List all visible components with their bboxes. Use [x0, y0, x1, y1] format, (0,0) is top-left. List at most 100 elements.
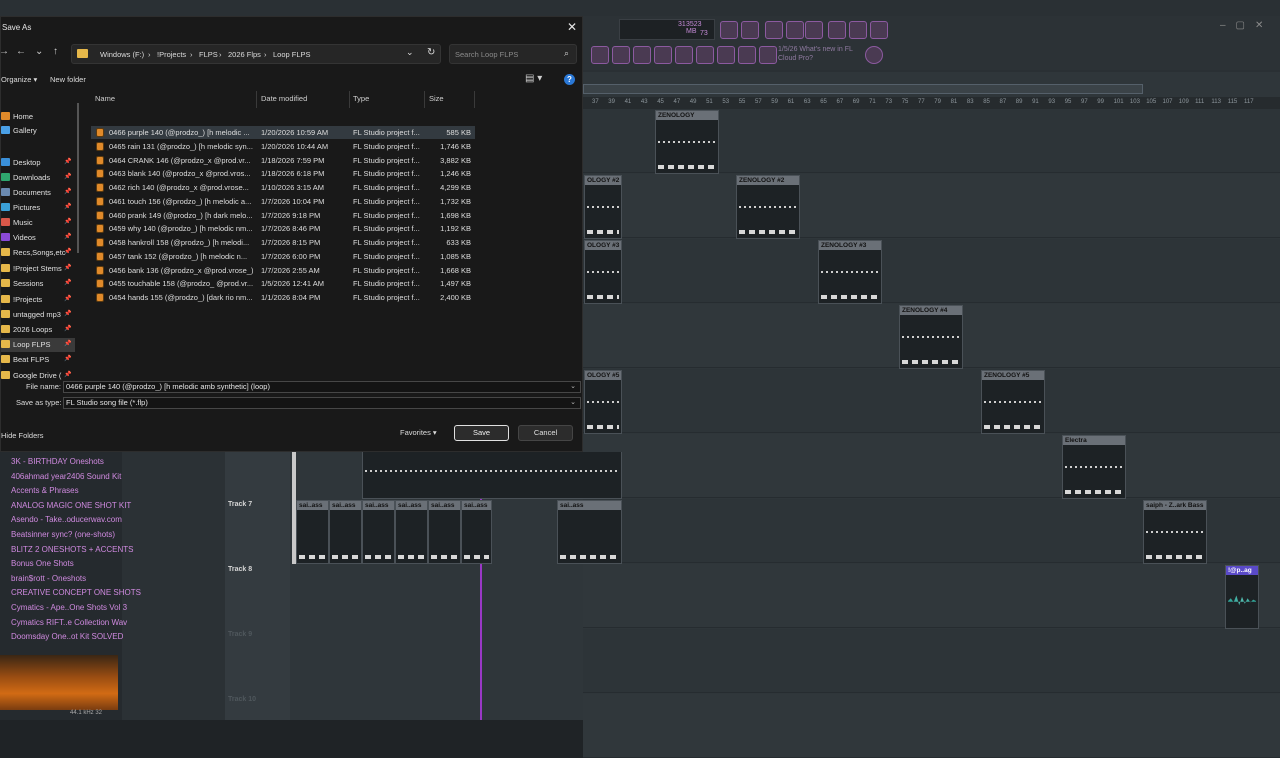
pattern-clip[interactable]: ZENOLOGY [655, 110, 719, 174]
forward-arrow-icon[interactable]: → [0, 46, 9, 57]
pattern-clip[interactable]: sai..ass [557, 500, 622, 564]
column-separator[interactable] [424, 91, 425, 108]
track-label[interactable]: Track 7 [228, 501, 252, 508]
browser-folder-item[interactable]: 3K - BIRTHDAY Oneshots [11, 457, 104, 466]
toolbar-button[interactable] [654, 46, 672, 64]
breadcrumb-item[interactable]: 2026 Flps [228, 50, 261, 59]
file-row[interactable]: 0466 purple 140 (@prodzo_) [h melodic ..… [91, 126, 475, 139]
toolbar-button[interactable] [717, 46, 735, 64]
cpu-meter[interactable]: 31 3523 MB 73 [619, 19, 715, 40]
toolbar-button[interactable] [633, 46, 651, 64]
pattern-clip[interactable]: sai..ass [296, 500, 329, 564]
news-hint[interactable]: 1/5/26 What's new in FL Cloud Pro? [778, 45, 868, 63]
pattern-clip[interactable]: OLOGY #3 [584, 240, 622, 304]
toolbar-button[interactable] [741, 21, 759, 39]
browser-folder-item[interactable]: Accents & Phrases [11, 486, 79, 495]
pattern-clip[interactable]: OLOGY #2 [584, 175, 622, 239]
sidebar-item[interactable]: Recs,Songs,etc 📌 [1, 246, 75, 260]
file-row[interactable]: 0455 touchable 158 (@prodzo_ @prod.vr...… [91, 277, 475, 290]
sidebar-item[interactable]: Music 📌 [1, 216, 75, 230]
sidebar-item[interactable]: Videos 📌 [1, 231, 75, 245]
sidebar-item[interactable]: Pictures 📌 [1, 201, 75, 215]
pattern-clip[interactable]: OLOGY #5 [584, 370, 622, 434]
file-row[interactable]: 0454 hands 155 (@prodzo_) [dark rio nm..… [91, 291, 475, 304]
navigation-pane-scrollbar[interactable] [77, 103, 79, 253]
toolbar-button[interactable] [675, 46, 693, 64]
toolbar-button[interactable] [870, 21, 888, 39]
track-label[interactable]: Track 9 [228, 631, 252, 638]
breadcrumb-item[interactable]: Windows (F:) [100, 50, 144, 59]
browser-folder-item[interactable]: Doomsday One..ot Kit SOLVED [11, 632, 123, 641]
pattern-clip[interactable]: sai..ass [428, 500, 461, 564]
playlist-scrollbar[interactable] [583, 84, 1143, 94]
save-button[interactable]: Save [454, 425, 509, 441]
playlist-lane[interactable] [583, 369, 1280, 433]
sidebar-item[interactable]: Beat FLPS 📌 [1, 353, 75, 367]
hide-folders-button[interactable]: Hide Folders [1, 431, 44, 440]
file-row[interactable]: 0461 touch 156 (@prodzo_) [h melodic a..… [91, 195, 475, 208]
pattern-clip[interactable]: ZENOLOGY #2 [736, 175, 800, 239]
favorites-button[interactable]: Favorites ▾ [400, 428, 437, 437]
breadcrumb-item[interactable]: Loop FLPS [273, 50, 311, 59]
fl-window-controls[interactable]: –▢✕ [1220, 20, 1273, 31]
pattern-clip[interactable]: ZENOLOGY #4 [899, 305, 963, 369]
sidebar-item[interactable]: Desktop 📌 [1, 156, 75, 170]
browser-folder-item[interactable]: brain$rott - Oneshots [11, 574, 86, 583]
browser-folder-item[interactable]: Cymatics RIFT..e Collection Wav [11, 618, 127, 627]
organize-button[interactable]: Organize ▾ [1, 75, 37, 84]
pattern-clip[interactable]: Electra [1062, 435, 1126, 499]
help-icon[interactable]: ? [564, 74, 575, 85]
toolbar-button[interactable] [828, 21, 846, 39]
file-row[interactable]: 0459 why 140 (@prodzo_) [h melodic nm...… [91, 222, 475, 235]
file-row[interactable]: 0460 prank 149 (@prodzo_) [h dark melo..… [91, 209, 475, 222]
file-row[interactable]: 0458 hankroll 158 (@prodzo_) [h melodi..… [91, 236, 475, 249]
up-arrow-icon[interactable]: ↑ [53, 46, 58, 57]
save-as-type-select[interactable]: FL Studio song file (*.flp) ⌄ [63, 397, 581, 409]
toolbar-button[interactable] [805, 21, 823, 39]
sidebar-item[interactable]: !Projects 📌 [1, 293, 75, 307]
playlist-lane[interactable] [583, 564, 1280, 628]
view-options-icon[interactable]: ▤ ▾ [525, 73, 542, 84]
playlist-lane[interactable] [583, 239, 1280, 303]
browser-folder-item[interactable]: Beatsinner sync? (one-shots) [11, 530, 115, 539]
breadcrumb-item[interactable]: FLPS [199, 50, 218, 59]
breadcrumb-item[interactable]: !Projects [157, 50, 186, 59]
playlist-lane[interactable] [583, 694, 1280, 758]
toolbar-button[interactable] [759, 46, 777, 64]
pattern-clip[interactable]: sai..ass [395, 500, 428, 564]
pattern-clip[interactable]: sai..ass [362, 500, 395, 564]
sidebar-item[interactable]: 2026 Loops 📌 [1, 323, 75, 337]
toolbar-button[interactable] [720, 21, 738, 39]
file-row[interactable]: 0457 tank 152 (@prodzo_) [h melodic n...… [91, 250, 475, 263]
browser-folder-item[interactable]: 406ahmad year2406 Sound Kit [11, 472, 121, 481]
toolbar-button[interactable] [849, 21, 867, 39]
column-header-type[interactable]: Type [353, 94, 369, 103]
playlist-lane[interactable] [583, 174, 1280, 238]
file-row[interactable]: 0462 rich 140 (@prodzo_x @prod.vrose... 1… [91, 181, 475, 194]
playlist-lane[interactable] [583, 434, 1280, 498]
sidebar-item[interactable]: untagged mp3 📌 [1, 308, 75, 322]
browser-folder-item[interactable]: ANALOG MAGIC ONE SHOT KIT [11, 501, 131, 510]
search-box[interactable]: Search Loop FLPS ⌕ [449, 44, 577, 64]
column-separator[interactable] [256, 91, 257, 108]
recent-locations-icon[interactable]: ⌄ [35, 46, 43, 57]
toolbar-button[interactable] [696, 46, 714, 64]
column-header-size[interactable]: Size [429, 94, 444, 103]
close-icon[interactable]: ✕ [567, 20, 577, 34]
file-row[interactable]: 0463 blank 140 (@prodzo_x @prod.vros... 1… [91, 167, 475, 180]
column-separator[interactable] [349, 91, 350, 108]
file-row[interactable]: 0456 bank 136 (@prodzo_x @prod.vrose_)..… [91, 264, 475, 277]
address-bar[interactable]: Windows (F:) › !Projects › FLPS › 2026 F… [71, 44, 441, 64]
sidebar-item[interactable]: Gallery [1, 124, 75, 138]
pattern-clip[interactable]: ZENOLOGY #3 [818, 240, 882, 304]
toolbar-button[interactable] [591, 46, 609, 64]
sidebar-item[interactable]: Home [1, 110, 75, 124]
toolbar-button[interactable] [765, 21, 783, 39]
file-row[interactable]: 0465 rain 131 (@prodzo_) [h melodic syn.… [91, 140, 475, 153]
file-row[interactable]: 0464 CRANK 146 (@prodzo_x @prod.vr... 1/1… [91, 154, 475, 167]
toolbar-button[interactable] [612, 46, 630, 64]
sidebar-item[interactable]: Downloads 📌 [1, 171, 75, 185]
pattern-clip[interactable] [362, 452, 622, 499]
browser-folder-item[interactable]: CREATIVE CONCEPT ONE SHOTS [11, 588, 141, 597]
toolbar-button[interactable] [786, 21, 804, 39]
